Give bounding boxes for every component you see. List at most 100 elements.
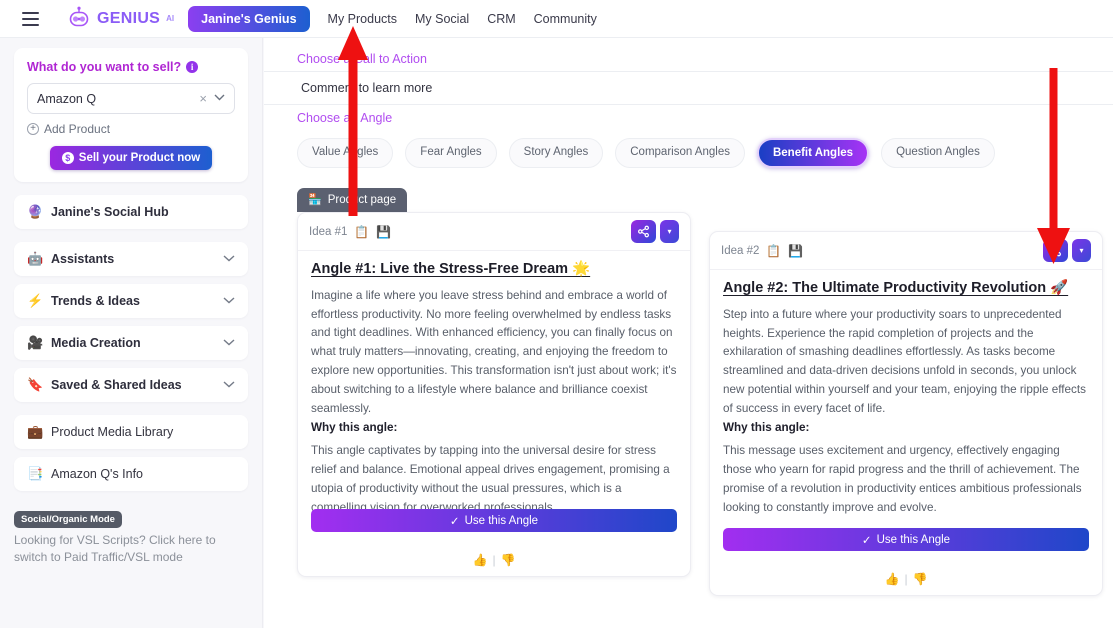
brand-superscript: AI	[166, 14, 175, 23]
coin-icon: $	[61, 152, 74, 164]
idea-number-label: Idea #2	[721, 244, 760, 257]
hamburger-menu-icon[interactable]	[18, 6, 44, 32]
tab-product-page-label: Product page	[327, 193, 397, 206]
dropdown-caret-button[interactable]: ▾	[660, 220, 679, 243]
nav-link-my-products[interactable]: My Products	[328, 12, 397, 26]
sidebar-item-assistants[interactable]: 🤖 Assistants	[14, 242, 248, 276]
brand-logo-group[interactable]: GENIUS AI	[66, 6, 174, 32]
use-this-angle-label: Use this Angle	[876, 533, 951, 546]
lightning-icon: ⚡	[27, 293, 44, 308]
chevron-down-icon[interactable]	[223, 296, 235, 307]
chevron-down-icon[interactable]	[214, 93, 225, 104]
info-icon[interactable]: i	[186, 61, 199, 73]
angle-chip-value[interactable]: Value Angles	[297, 138, 394, 168]
sell-product-label: Sell your Product now	[78, 152, 201, 164]
use-this-angle-button[interactable]: ✓ Use this Angle	[723, 528, 1089, 551]
card-2-header-buttons: ▾	[1043, 239, 1091, 262]
angle-section-label: Choose an Angle	[297, 111, 393, 125]
thumbs-down-icon[interactable]: 👎	[501, 553, 516, 567]
sell-question-label: What do you want to sell? i	[27, 60, 235, 74]
thumbs-up-icon[interactable]: 👍	[884, 572, 899, 586]
angle-chip-comparison[interactable]: Comparison Angles	[615, 138, 745, 168]
sidebar-item-janines-social-hub[interactable]: 🔮 Janine's Social Hub	[14, 195, 248, 229]
sell-product-now-button[interactable]: $ Sell your Product now	[49, 146, 213, 170]
sidebar-item-label: Saved & Shared Ideas	[51, 378, 182, 392]
chevron-down-icon[interactable]	[223, 338, 235, 349]
sidebar-item-label: Product Media Library	[51, 425, 174, 439]
sidebar-item-label: Amazon Q's Info	[51, 467, 144, 481]
use-this-angle-button[interactable]: ✓ Use this Angle	[311, 509, 677, 532]
vsl-switch-link[interactable]: Looking for VSL Scripts? Click here to s…	[14, 532, 248, 567]
plus-icon: +	[27, 123, 39, 135]
app-root: GENIUS AI Janine's Genius My Products My…	[0, 0, 1113, 628]
briefcase-icon: 💼	[27, 424, 44, 439]
angle-chip-question[interactable]: Question Angles	[881, 138, 995, 168]
cta-value-field[interactable]: Comment to learn more	[264, 71, 1113, 105]
sidebar-item-saved-shared-ideas[interactable]: 🔖 Saved & Shared Ideas	[14, 368, 248, 402]
sidebar: What do you want to sell? i Amazon Q × +…	[0, 38, 263, 628]
card-1-header: Idea #1 📋 💾 ▾	[298, 213, 690, 251]
product-selector-card: What do you want to sell? i Amazon Q × +…	[14, 48, 248, 182]
angle-title[interactable]: Angle #1: Live the Stress-Free Dream 🌟	[311, 260, 677, 280]
angle-description: Step into a future where your productivi…	[723, 307, 1086, 416]
sidebar-item-amazon-q-info[interactable]: 📑 Amazon Q's Info	[14, 457, 248, 491]
nav-link-crm[interactable]: CRM	[487, 12, 515, 26]
check-icon: ✓	[861, 534, 872, 547]
sidebar-item-label: Janine's Social Hub	[51, 205, 169, 219]
card-1-footer: 👍 | 👎	[298, 553, 690, 567]
idea-card-2: Idea #2 📋 💾 ▾ Angle #2: The Ultimate Pro…	[709, 231, 1103, 596]
chevron-down-icon[interactable]	[223, 380, 235, 391]
thumbs-down-icon[interactable]: 👎	[913, 572, 928, 586]
sidebar-item-label: Assistants	[51, 252, 115, 266]
tab-product-page[interactable]: 🏪 Product page	[297, 188, 408, 212]
idea-number-label: Idea #1	[309, 225, 348, 238]
chevron-down-icon[interactable]	[223, 254, 235, 265]
genius-robot-icon	[66, 6, 92, 32]
why-this-angle-label: Why this angle:	[311, 421, 398, 435]
thumbs-up-icon[interactable]: 👍	[472, 553, 487, 567]
share-button[interactable]	[631, 220, 656, 243]
card-2-header: Idea #2 📋 💾 ▾	[710, 232, 1102, 270]
add-product-label: Add Product	[44, 122, 111, 136]
share-button[interactable]	[1043, 239, 1068, 262]
product-select-value: Amazon Q	[37, 91, 97, 106]
card-1-body: Angle #1: Live the Stress-Free Dream 🌟 I…	[298, 251, 690, 518]
dropdown-caret-button[interactable]: ▾	[1072, 239, 1091, 262]
nav-link-community[interactable]: Community	[534, 12, 597, 26]
mode-badge: Social/Organic Mode	[14, 511, 122, 528]
save-icon[interactable]: 💾	[376, 225, 391, 239]
why-this-angle-text: This message uses excitement and urgency…	[723, 444, 1082, 515]
cta-section-label: Choose a Call to Action	[297, 52, 427, 66]
sidebar-item-media-creation[interactable]: 🎥 Media Creation	[14, 326, 248, 360]
product-select[interactable]: Amazon Q ×	[27, 83, 235, 114]
main-content: Choose a Call to Action Comment to learn…	[264, 38, 1113, 628]
angle-title[interactable]: Angle #2: The Ultimate Productivity Revo…	[723, 279, 1089, 299]
add-product-button[interactable]: + Add Product	[27, 122, 235, 136]
angle-description: Imagine a life where you leave stress be…	[311, 288, 677, 416]
angle-chip-fear[interactable]: Fear Angles	[405, 138, 497, 168]
footer-divider: |	[904, 572, 908, 586]
angle-chip-benefit[interactable]: Benefit Angles	[756, 138, 870, 168]
sell-question-text: What do you want to sell?	[27, 60, 182, 74]
idea-card-1-wrap: Idea #1 📋 💾 ▾ Angle #1: Live the Stress-…	[297, 212, 691, 596]
card-2-body: Angle #2: The Ultimate Productivity Revo…	[710, 270, 1102, 518]
nav-link-my-social[interactable]: My Social	[415, 12, 469, 26]
save-icon[interactable]: 💾	[788, 244, 803, 258]
cta-value-text: Comment to learn more	[301, 81, 433, 95]
clear-selection-icon[interactable]: ×	[199, 91, 207, 106]
sidebar-item-trends-ideas[interactable]: ⚡ Trends & Ideas	[14, 284, 248, 318]
angle-chip-story[interactable]: Story Angles	[508, 138, 604, 168]
card-1-header-buttons: ▾	[631, 220, 679, 243]
copy-icon[interactable]: 📋	[354, 225, 369, 239]
use-this-angle-label: Use this Angle	[464, 514, 539, 527]
copy-icon[interactable]: 📋	[766, 244, 781, 258]
sidebar-item-product-media-library[interactable]: 💼 Product Media Library	[14, 415, 248, 449]
bookmark-icon: 🔖	[27, 377, 44, 392]
sidebar-item-label: Media Creation	[51, 336, 141, 350]
idea-card-2-wrap: Idea #2 📋 💾 ▾ Angle #2: The Ultimate Pro…	[709, 212, 1103, 596]
top-navigation-bar: GENIUS AI Janine's Genius My Products My…	[0, 0, 1113, 38]
brand-name: GENIUS	[97, 9, 161, 27]
nav-pill-janines-genius[interactable]: Janine's Genius	[188, 5, 310, 32]
document-icon: 📑	[27, 466, 44, 481]
